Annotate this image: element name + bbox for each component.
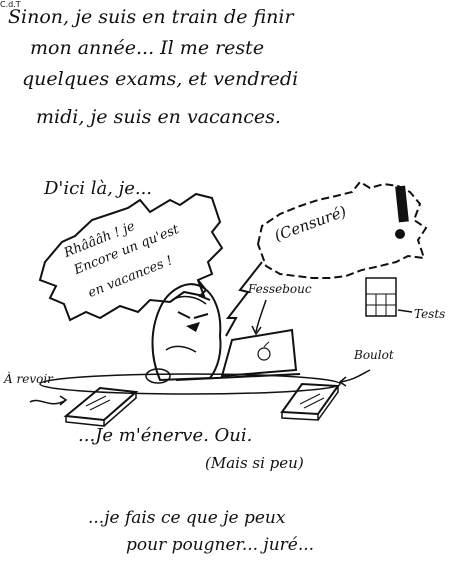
rage-bubble-tail — [197, 279, 211, 301]
comic-drawing — [29, 180, 428, 427]
label-revoir: À revoir — [4, 372, 53, 386]
censored-bubble-tail — [225, 261, 263, 337]
dici-text: D'ici là, je... — [44, 178, 153, 199]
arrow-icon — [339, 369, 371, 383]
enerve-text: ...Je m'énerve. Oui. — [78, 425, 253, 446]
outro-line-2: pour pougner... juré... — [126, 535, 315, 555]
penguin-character — [151, 283, 222, 382]
calendar-icon — [365, 277, 397, 317]
arrow-icon — [29, 399, 67, 405]
label-boulot: Boulot — [354, 348, 394, 362]
apple-logo-icon — [257, 347, 271, 361]
label-tests: Tests — [414, 307, 446, 321]
desk — [39, 373, 341, 395]
exclamation-mark-icon — [395, 185, 409, 223]
mais-si-peu-text: (Mais si peu) — [205, 454, 304, 472]
label-fessebouc: Fessebouc — [248, 282, 312, 296]
laptop — [220, 328, 298, 378]
outro-line-1: ...je fais ce que je peux — [88, 508, 286, 528]
